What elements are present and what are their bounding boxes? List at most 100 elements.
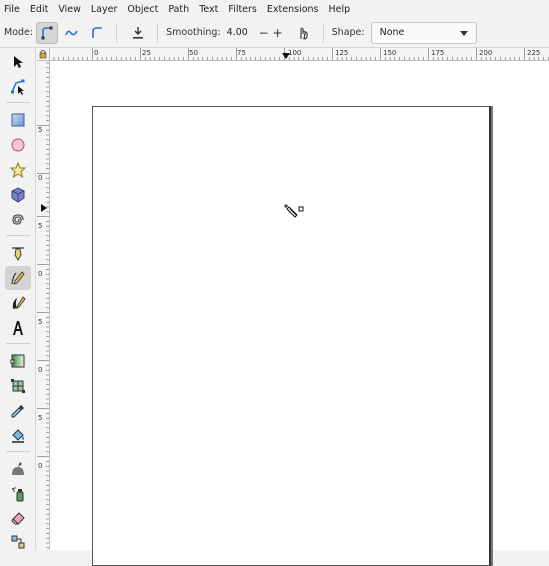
ruler-label: 0 <box>38 366 42 374</box>
3d-box-icon <box>11 187 25 203</box>
ruler-label: 225 <box>527 49 540 57</box>
flatten-button[interactable] <box>127 22 149 44</box>
menu-file[interactable]: File <box>4 4 20 15</box>
lock-icon <box>39 49 47 59</box>
page-area[interactable] <box>92 106 491 566</box>
ruler-label: 150 <box>383 49 396 57</box>
connector-icon <box>11 535 25 549</box>
menu-object[interactable]: Object <box>127 4 158 15</box>
menu-help[interactable]: Help <box>328 4 350 15</box>
ruler-label: 0 <box>38 462 42 470</box>
spray-icon <box>12 487 24 502</box>
smoothing-label: Smoothing: <box>166 27 221 38</box>
spiral-icon <box>12 214 24 225</box>
ruler-label: 125 <box>335 49 348 57</box>
calligraphy-icon <box>12 296 26 309</box>
star-icon <box>10 162 26 178</box>
ruler-label: 25 <box>142 49 151 57</box>
eraser-tool[interactable] <box>5 507 31 531</box>
text-tool[interactable] <box>5 316 31 340</box>
ruler-label: 5 <box>38 414 42 422</box>
menu-bar: File Edit View Layer Object Path Text Fi… <box>0 0 549 18</box>
ruler-label: 175 <box>431 49 444 57</box>
ruler-label: 50 <box>189 49 198 57</box>
ruler-label: 0 <box>38 270 42 278</box>
node-editor-icon <box>11 79 25 95</box>
3d-box-tool[interactable] <box>5 183 31 207</box>
spiro-mode-icon <box>65 30 78 35</box>
smoothing-decrement[interactable]: − <box>257 26 271 40</box>
smoothing-value[interactable]: 4.00 <box>225 23 257 43</box>
menu-path[interactable]: Path <box>168 4 189 15</box>
node-tool[interactable] <box>5 75 31 99</box>
horizontal-ruler-ticks: 0 25 50 75 100 125 150 175 200 225 <box>53 48 549 60</box>
gradient-icon <box>10 354 25 368</box>
ruler-label: 5 <box>38 318 42 326</box>
mesh-tool[interactable] <box>5 374 31 398</box>
separator <box>6 451 30 452</box>
dropper-icon <box>11 405 24 418</box>
horizontal-ruler[interactable]: 0 25 50 75 100 125 150 175 200 225 <box>50 48 549 61</box>
eraser-icon <box>11 512 25 525</box>
pen-tool[interactable] <box>5 241 31 265</box>
pencil-icon <box>11 271 25 285</box>
ruler-label: 0 <box>94 49 98 57</box>
shape-value: None <box>379 27 405 38</box>
menu-view[interactable]: View <box>58 4 81 15</box>
ruler-label: 75 <box>237 49 246 57</box>
tweak-icon <box>12 462 24 475</box>
selector-icon <box>14 56 23 68</box>
ruler-corner[interactable] <box>37 48 50 61</box>
tool-controls-bar: Mode: Smoothing: 4.00 − + Shape: None <box>0 18 549 48</box>
ruler-label: 0 <box>38 174 42 182</box>
dropper-tool[interactable] <box>5 399 31 423</box>
star-tool[interactable] <box>5 158 31 182</box>
spray-tool[interactable] <box>5 482 31 506</box>
calligraphy-tool[interactable] <box>5 291 31 315</box>
gradient-tool[interactable] <box>5 349 31 373</box>
toolbox <box>0 48 36 550</box>
pencil-cursor-icon <box>284 204 304 218</box>
pressure-button[interactable] <box>293 22 315 44</box>
ruler-label: 100 <box>288 49 301 57</box>
paint-bucket-tool[interactable] <box>5 424 31 448</box>
menu-extensions[interactable]: Extensions <box>267 4 319 15</box>
ruler-label: 200 <box>479 49 492 57</box>
separator <box>322 22 324 43</box>
smoothing-spinbox[interactable]: 4.00 − + <box>225 22 285 44</box>
selector-tool[interactable] <box>5 50 31 74</box>
menu-edit[interactable]: Edit <box>30 4 48 15</box>
smoothing-increment[interactable]: + <box>271 26 285 40</box>
rectangle-icon <box>11 113 25 127</box>
tweak-tool[interactable] <box>5 457 31 481</box>
vertical-ruler[interactable]: 5 0 5 0 5 0 5 0 <box>37 61 50 550</box>
shape-label: Shape: <box>331 27 365 38</box>
mode-label: Mode: <box>4 27 34 38</box>
rectangle-tool[interactable] <box>5 108 31 132</box>
separator <box>6 235 30 236</box>
mode-regular-bezier-button[interactable] <box>36 21 59 44</box>
shape-dropdown[interactable]: None <box>370 21 477 44</box>
bspline-mode-icon <box>92 26 103 38</box>
flatten-icon <box>133 26 144 39</box>
pen-bezier-icon <box>12 247 24 261</box>
separator <box>157 22 159 43</box>
separator <box>116 22 118 43</box>
menu-filters[interactable]: Filters <box>228 4 256 15</box>
mesh-icon <box>11 379 25 393</box>
chevron-down-icon <box>459 30 468 36</box>
connector-tool[interactable] <box>5 530 31 554</box>
text-icon <box>13 321 23 335</box>
spiral-tool[interactable] <box>5 208 31 232</box>
menu-text[interactable]: Text <box>199 4 218 15</box>
mode-bspline-button[interactable] <box>86 22 108 44</box>
mode-spiro-button[interactable] <box>61 22 83 44</box>
ruler-label: 5 <box>38 222 42 230</box>
separator <box>6 343 30 344</box>
vertical-ruler-ticks: 5 0 5 0 5 0 5 0 <box>37 62 49 549</box>
pencil-tool[interactable] <box>5 266 31 290</box>
circle-icon <box>11 138 25 152</box>
circle-tool[interactable] <box>5 133 31 157</box>
ruler-label: 5 <box>38 126 42 134</box>
menu-layer[interactable]: Layer <box>91 4 118 15</box>
